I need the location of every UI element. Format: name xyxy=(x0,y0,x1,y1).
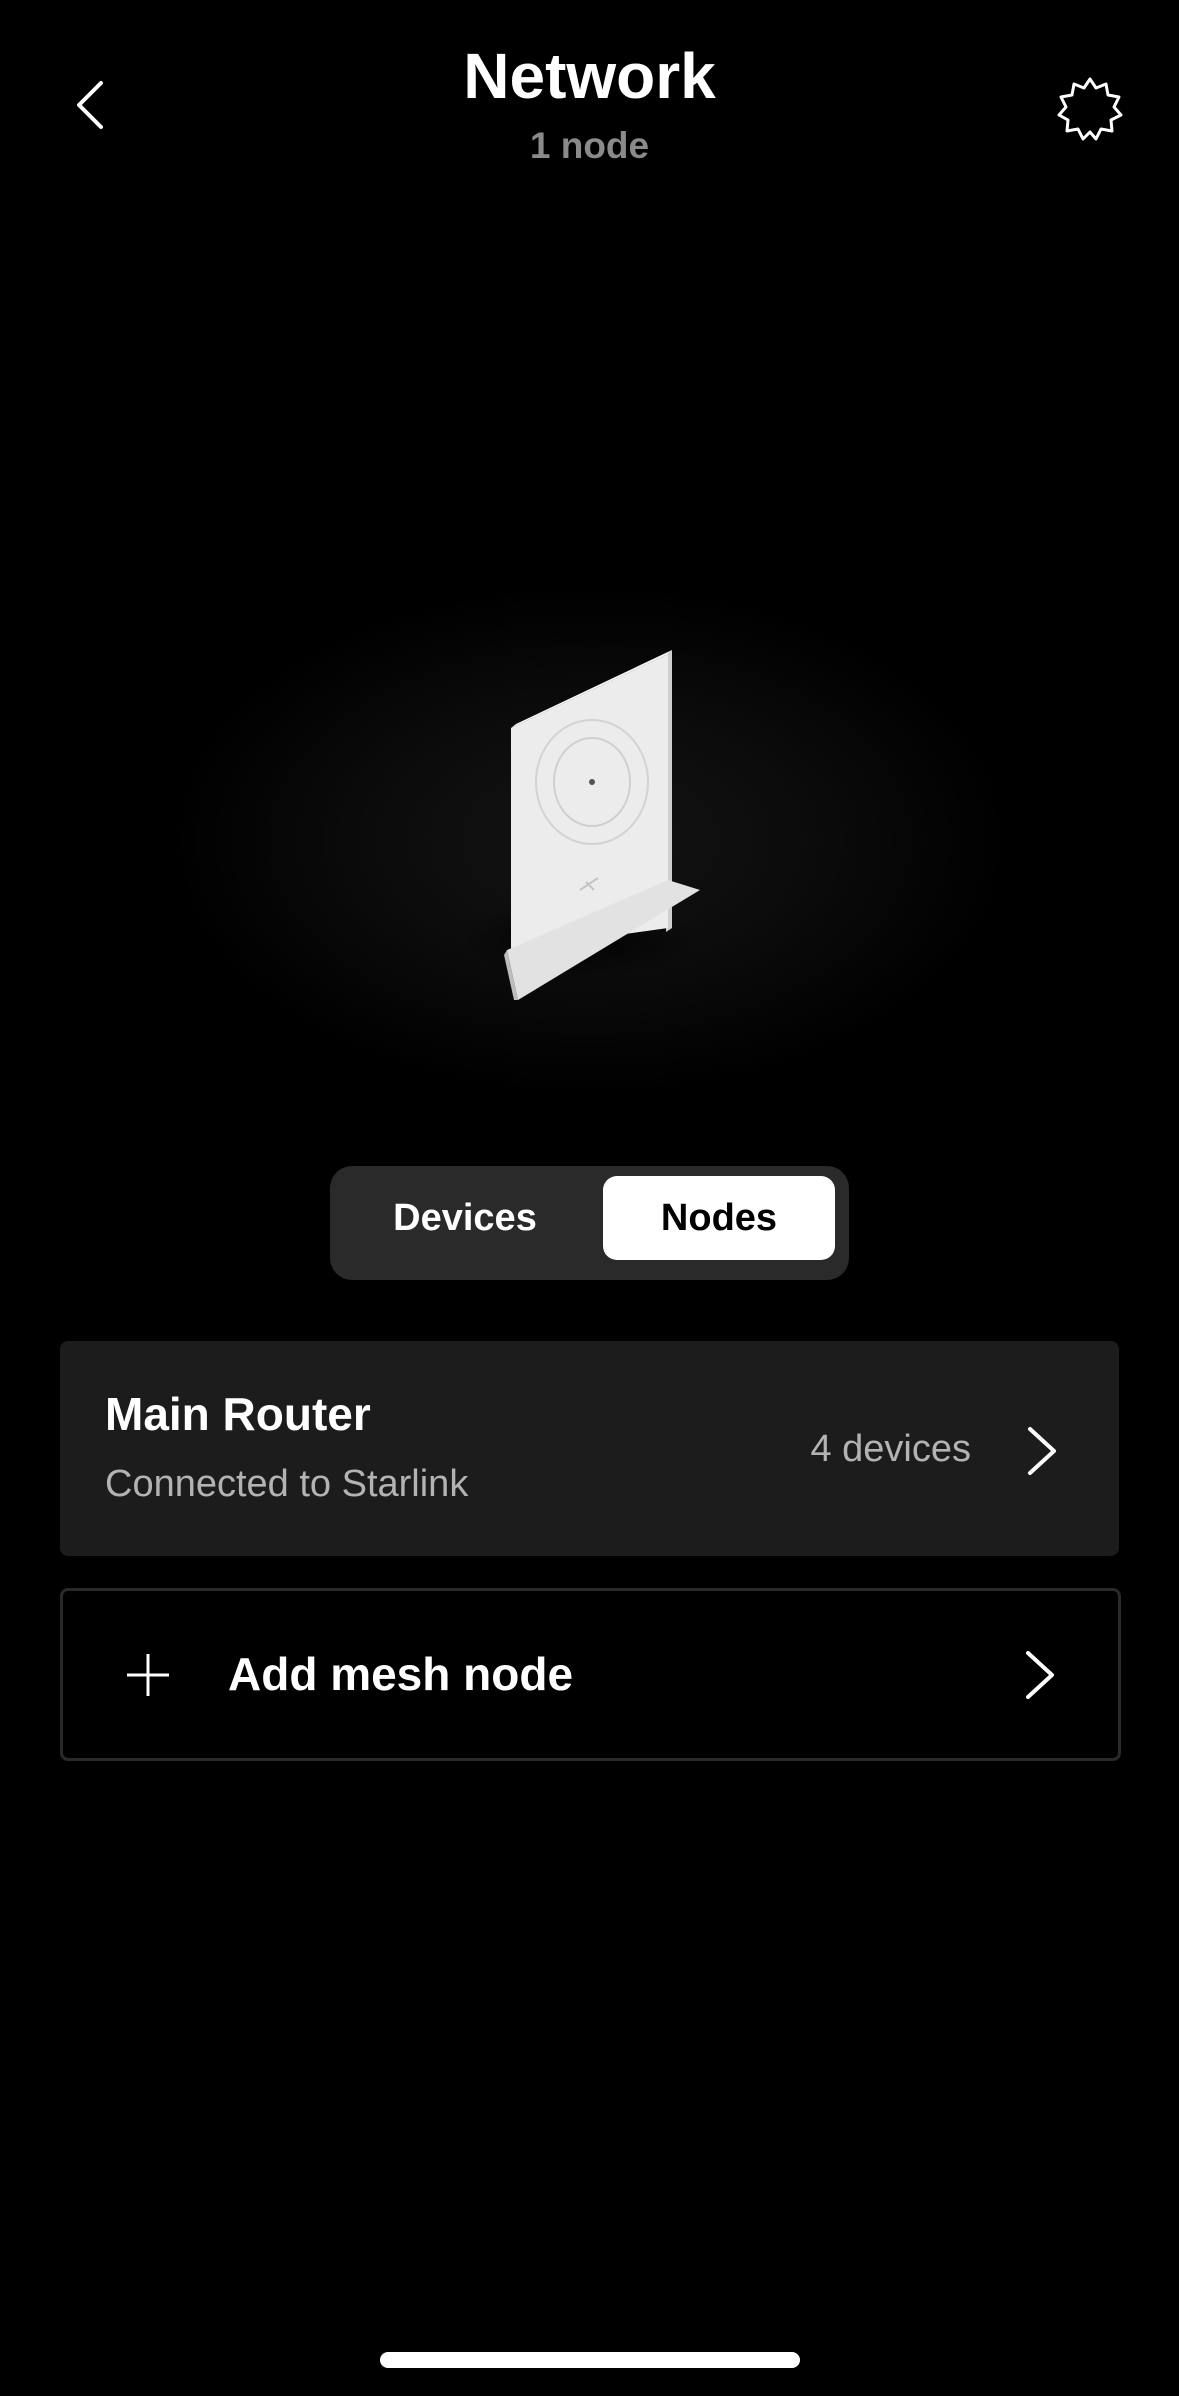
home-indicator[interactable] xyxy=(380,2352,800,2368)
add-mesh-node-label: Add mesh node xyxy=(228,1648,574,1700)
view-toggle: Devices Nodes xyxy=(330,1166,849,1280)
chevron-right-icon xyxy=(1026,1651,1054,1699)
node-device-count: 4 devices xyxy=(810,1428,971,1470)
node-name: Main Router xyxy=(105,1388,371,1440)
chevron-right-icon xyxy=(1028,1427,1056,1475)
settings-button[interactable] xyxy=(1050,72,1130,146)
tab-devices[interactable]: Devices xyxy=(340,1176,590,1260)
plus-icon xyxy=(127,1654,169,1696)
gear-icon xyxy=(1057,77,1123,141)
router-image xyxy=(460,650,700,1000)
node-status: Connected to Starlink xyxy=(105,1463,469,1505)
header: Network 1 node xyxy=(0,0,1179,200)
add-mesh-node-button[interactable]: Add mesh node xyxy=(60,1588,1121,1761)
tab-nodes[interactable]: Nodes xyxy=(603,1176,835,1260)
page-subtitle: 1 node xyxy=(529,125,650,166)
router-hero xyxy=(0,430,1179,1150)
page-title: Network xyxy=(463,40,716,112)
node-card-main-router[interactable]: Main Router Connected to Starlink 4 devi… xyxy=(60,1341,1119,1556)
